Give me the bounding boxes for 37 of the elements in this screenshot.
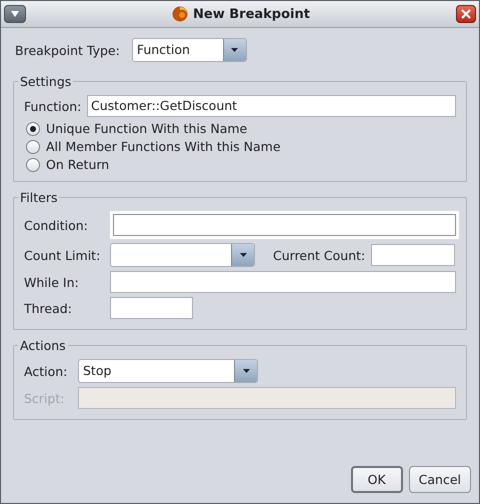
caret-icon: [240, 253, 246, 257]
radio-option[interactable]: Unique Function With this Name: [26, 121, 456, 136]
radio-button[interactable]: [26, 140, 40, 154]
radio-option[interactable]: All Member Functions With this Name: [26, 139, 456, 154]
cancel-button[interactable]: Cancel: [408, 466, 471, 493]
ok-button[interactable]: OK: [350, 466, 403, 493]
window-title: New Breakpoint: [193, 6, 310, 22]
group-title: Filters: [19, 190, 58, 205]
field-label: While In:: [24, 274, 80, 290]
caret-icon: [10, 11, 20, 17]
function-field[interactable]: Customer::GetDiscount: [87, 95, 456, 117]
field-label: Count Limit:: [24, 248, 102, 262]
while-in-field[interactable]: [110, 271, 456, 293]
caret-icon: [242, 369, 250, 373]
field-label: Condition:: [24, 218, 89, 232]
radio-option[interactable]: On Return: [26, 157, 456, 172]
group-title: Actions: [19, 338, 67, 353]
close-button[interactable]: [456, 5, 476, 23]
window-menu-button[interactable]: [4, 5, 26, 23]
radio-button[interactable]: [26, 158, 40, 172]
action-dropdown[interactable]: Stop: [78, 359, 258, 383]
current-count-field[interactable]: [371, 244, 455, 266]
app-logo-icon: [172, 6, 188, 22]
field-label: Thread:: [24, 300, 73, 316]
field-label: Current Count:: [273, 248, 366, 262]
caret-icon: [231, 48, 238, 52]
radio-button[interactable]: [26, 122, 40, 136]
close-icon: [461, 9, 471, 19]
script-field[interactable]: [78, 387, 456, 409]
field-label: Action:: [24, 364, 68, 378]
thread-field[interactable]: [110, 297, 193, 319]
field-label: Function:: [24, 98, 82, 114]
group-title: Settings: [19, 74, 72, 89]
breakpoint-type-dropdown[interactable]: Function: [132, 38, 247, 62]
count-limit-dropdown[interactable]: [110, 243, 255, 267]
field-label: Breakpoint Type:: [15, 42, 120, 58]
condition-field[interactable]: [113, 214, 456, 236]
